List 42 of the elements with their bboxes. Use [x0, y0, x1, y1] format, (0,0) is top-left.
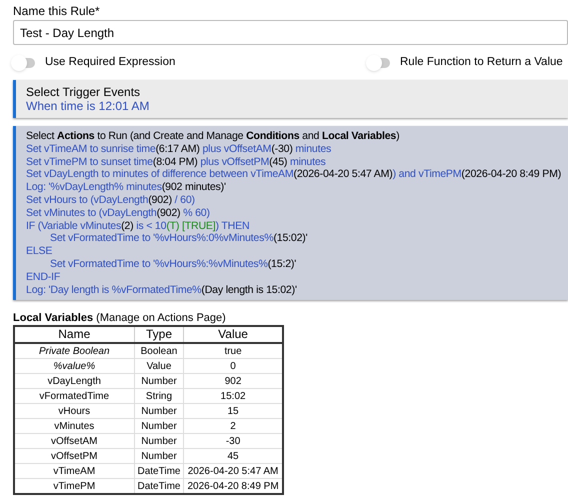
table-cell: Number: [134, 434, 184, 449]
panel-title: Select Actions to Run (and Create and Manage Conditions and Local Variables): [26, 130, 400, 143]
table-cell: vOffsetAM: [14, 434, 134, 449]
table-cell: Number: [134, 418, 184, 434]
table-cell: Number: [134, 404, 184, 419]
table-cell: vHours: [14, 404, 134, 419]
name-input-field[interactable]: Test - Day Length: [13, 20, 568, 45]
panel-title: Select Trigger Events: [26, 85, 142, 99]
action-line[interactable]: Log: '%vDayLength% minutes(902 minutes)': [26, 181, 558, 194]
table-cell: DateTime: [134, 464, 184, 479]
column-header: Type: [134, 326, 184, 344]
trigger-link[interactable]: When time is 12:01 AM: [26, 99, 558, 113]
table-cell: Private Boolean: [14, 343, 134, 359]
column-header: Name: [14, 326, 134, 344]
table-cell: Number: [134, 374, 184, 389]
table-cell: vDayLength: [14, 374, 134, 389]
action-line[interactable]: Set vTimeAM to sunrise time(6:17 AM) plus vOffsetAM(-30) minutes: [26, 142, 558, 156]
toggle-label: Use Required Expression: [45, 55, 176, 70]
action-line[interactable]: Set vFormatedTime to '%vHours%:%vMinutes%(15:2)': [26, 258, 558, 271]
action-line[interactable]: Set vHours to (vDayLength(902) / 60): [26, 194, 558, 207]
action-line[interactable]: END-IF: [26, 270, 558, 284]
section-title: Local Variables (Manage on Actions Page): [13, 312, 227, 326]
table-cell: %value%: [14, 358, 134, 374]
action-line[interactable]: Set vTimePM to sunset time(8:04 PM) plus vOffsetPM(45) minutes: [26, 156, 558, 168]
toggle-switch[interactable]: [368, 58, 390, 68]
column-header: Value: [184, 326, 283, 344]
action-line[interactable]: IF (Variable vMinutes(2) is < 10(T) [TRUE]) THEN: [26, 220, 558, 232]
toggle-switch[interactable]: [13, 58, 35, 68]
action-line[interactable]: Log: 'Day length is %vFormatedTime%(Day length is 15:02)': [26, 284, 558, 296]
table-cell: Value: [134, 358, 184, 374]
table-cell: Boolean: [134, 343, 184, 359]
table-cell: vTimeAM: [14, 464, 134, 479]
table-cell: vFormatedTime: [14, 388, 134, 404]
table-cell: vOffsetPM: [14, 448, 134, 464]
toggle-label: Rule Function to Return a Value: [400, 55, 563, 70]
action-line[interactable]: ELSE: [26, 245, 558, 258]
field-label: Name this Rule*: [13, 4, 101, 18]
table-cell: String: [134, 388, 184, 404]
action-line[interactable]: Set vFormatedTime to '%vHours%:0%vMinutes%(15:02)': [26, 232, 558, 246]
table-cell: Number: [134, 448, 184, 464]
table-cell: vMinutes: [14, 418, 134, 434]
action-line[interactable]: Set vMinutes to (vDayLength(902) % 60): [26, 206, 558, 220]
